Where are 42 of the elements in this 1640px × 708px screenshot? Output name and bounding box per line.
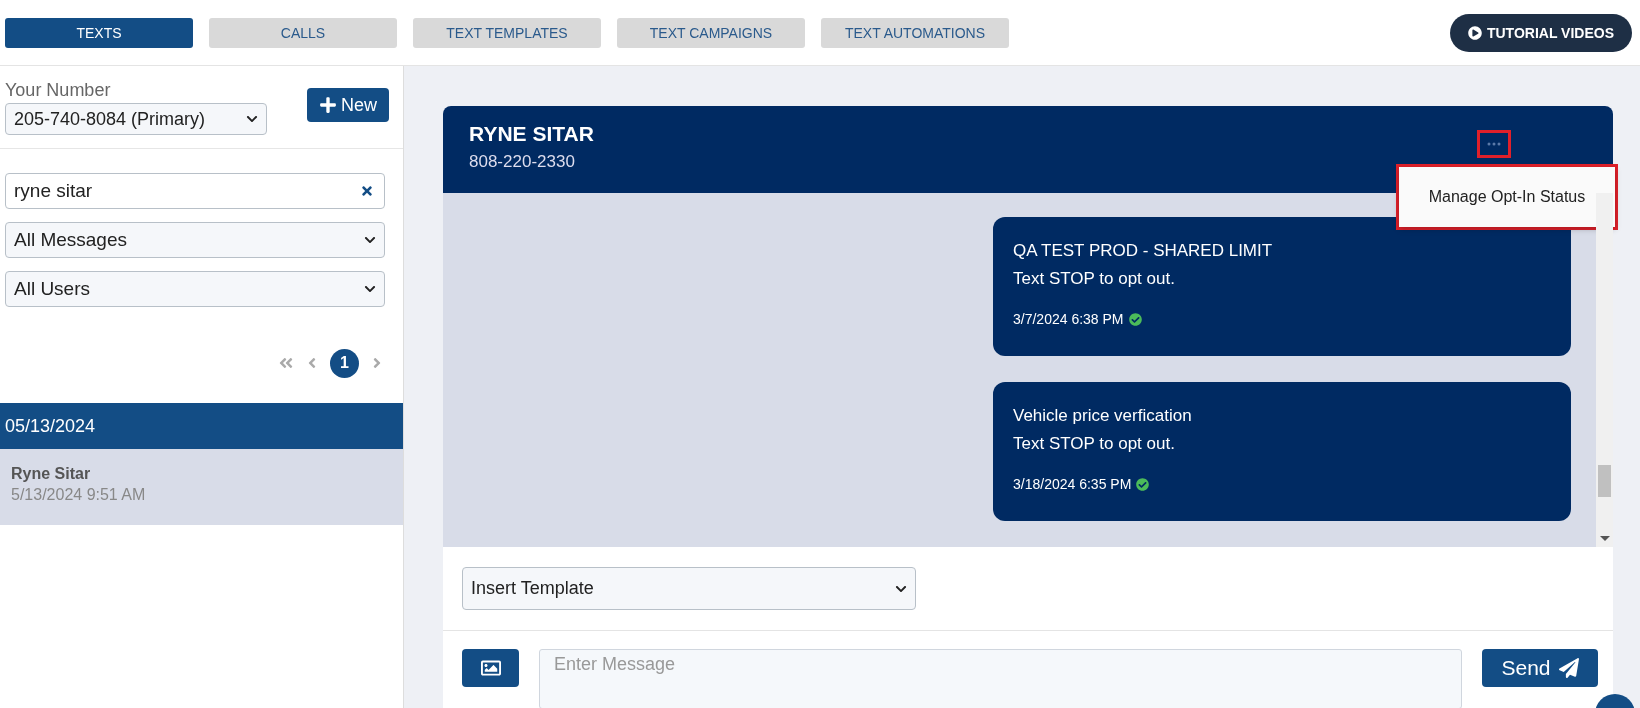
conversation-item[interactable]: Ryne Sitar 5/13/2024 9:51 AM	[0, 449, 403, 525]
new-button[interactable]: New	[307, 88, 389, 122]
scrollbar[interactable]	[1596, 193, 1613, 547]
chevron-icon	[246, 113, 258, 125]
message-time: 3/18/2024 6:35 PM	[1013, 476, 1132, 492]
chevron-icon	[364, 283, 376, 295]
contact-name: RYNE SITAR	[469, 122, 594, 146]
plus-icon	[319, 96, 337, 114]
contact-name: Ryne Sitar	[11, 465, 92, 483]
send-icon	[1558, 658, 1579, 678]
first-page-icon[interactable]	[278, 355, 294, 371]
more-icon	[1487, 142, 1501, 146]
field-label: Your Number	[5, 80, 112, 101]
message-text: Text STOP to opt out.	[1013, 268, 1176, 290]
filter-select[interactable]: All Users	[5, 271, 385, 307]
message-text: Text STOP to opt out.	[1013, 433, 1176, 455]
image-icon	[480, 658, 501, 678]
nav-tab[interactable]: TEXT CAMPAIGNS	[617, 17, 805, 48]
nav-tab[interactable]: TEXTS	[5, 17, 193, 48]
nav-tab[interactable]: CALLS	[209, 17, 397, 48]
message-field[interactable]: Enter Message	[539, 649, 1462, 708]
number-select[interactable]: 205-740-8084 (Primary)	[5, 103, 267, 135]
nav-tab[interactable]: TEXT AUTOMATIONS	[821, 17, 1009, 48]
send-button[interactable]: Send	[1482, 649, 1598, 687]
filter-select[interactable]: All Messages	[5, 222, 385, 258]
message-text: Vehicle price verfication	[1013, 405, 1193, 427]
tutorial-videos-button[interactable]: TUTORIAL VIDEOS	[1449, 13, 1632, 52]
play-icon	[1467, 25, 1482, 40]
more-options-button[interactable]	[1477, 130, 1511, 158]
image-button[interactable]	[462, 649, 519, 687]
date-header: 05/13/2024	[0, 403, 403, 449]
search-field[interactable]: ryne sitar	[5, 173, 385, 209]
contact-phone: 808-220-2330	[469, 152, 575, 172]
menu-item[interactable]: Manage Opt-In Status	[1399, 167, 1615, 227]
message-text: QA TEST PROD - SHARED LIMIT	[1013, 240, 1274, 262]
clear-icon[interactable]	[360, 184, 374, 198]
chevron-icon	[364, 234, 376, 246]
message-time: 3/7/2024 6:38 PM	[1013, 311, 1124, 327]
conversation-time: 5/13/2024 9:51 AM	[11, 486, 147, 504]
template-select[interactable]: Insert Template	[462, 567, 916, 610]
nav-tab[interactable]: TEXT TEMPLATES	[413, 17, 601, 48]
page-number[interactable]: 1	[330, 348, 359, 378]
